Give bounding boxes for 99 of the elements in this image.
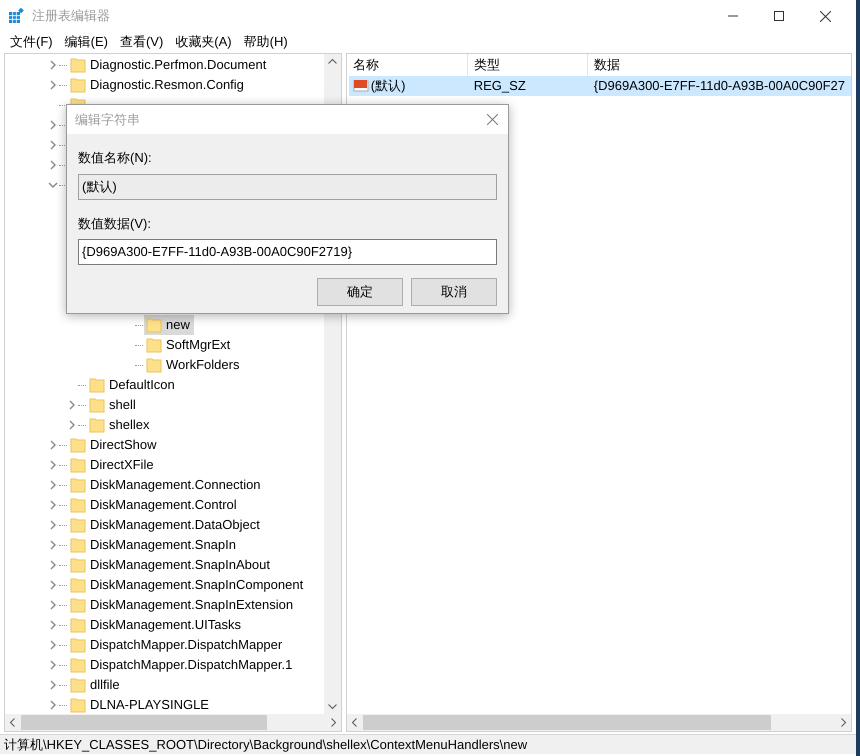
chevron-right-icon[interactable] bbox=[48, 660, 58, 670]
folder-icon bbox=[146, 357, 162, 373]
tree-item[interactable]: DirectXFile bbox=[68, 455, 158, 475]
tree-item[interactable]: WorkFolders bbox=[144, 355, 244, 375]
field-label: 数值数据(V): bbox=[78, 214, 152, 233]
string-value-icon bbox=[352, 78, 369, 94]
window-title: 注册表编辑器 bbox=[32, 7, 110, 26]
menu-item[interactable]: 文件(F) bbox=[4, 32, 59, 52]
tree-item[interactable]: Diagnostic.Perfmon.Document bbox=[68, 55, 270, 75]
folder-icon bbox=[70, 557, 86, 573]
folder-icon bbox=[146, 337, 162, 353]
folder-icon bbox=[89, 397, 105, 413]
status-bar: 计算机\HKEY_CLASSES_ROOT\Directory\Background\shellex\ContextMenuHandlers\new bbox=[0, 734, 856, 754]
horizontal-scrollbar[interactable] bbox=[5, 714, 341, 731]
folder-icon bbox=[70, 577, 86, 593]
folder-icon bbox=[70, 497, 86, 513]
chevron-right-icon[interactable] bbox=[48, 440, 58, 450]
column-header[interactable]: 数据 bbox=[588, 54, 851, 76]
chevron-right-icon[interactable] bbox=[48, 680, 58, 690]
folder-icon bbox=[89, 377, 105, 393]
tree-item[interactable]: shell bbox=[87, 395, 140, 415]
tree-item[interactable]: DiskManagement.SnapInAbout bbox=[68, 555, 274, 575]
folder-icon bbox=[70, 617, 86, 633]
chevron-right-icon[interactable] bbox=[48, 160, 58, 170]
tree-item[interactable]: DLNA-PLAYSINGLE bbox=[68, 695, 213, 714]
chevron-right-icon[interactable] bbox=[48, 620, 58, 630]
chevron-right-icon[interactable] bbox=[67, 400, 77, 410]
menu-item[interactable]: 查看(V) bbox=[114, 32, 170, 52]
scroll-down-icon[interactable] bbox=[328, 704, 337, 710]
tree-item[interactable]: DiskManagement.UITasks bbox=[68, 615, 245, 635]
field-label: 数值名称(N): bbox=[78, 149, 153, 167]
horizontal-scrollbar[interactable] bbox=[346, 714, 851, 731]
folder-icon bbox=[70, 537, 86, 553]
tree-item[interactable]: shellex bbox=[87, 415, 154, 435]
folder-icon bbox=[70, 457, 86, 473]
table-cell-text: (默认) bbox=[370, 77, 406, 96]
table-cell-text: REG_SZ bbox=[472, 77, 527, 96]
folder-icon bbox=[70, 637, 86, 653]
chevron-right-icon[interactable] bbox=[48, 640, 58, 650]
chevron-right-icon[interactable] bbox=[48, 460, 58, 470]
folder-icon bbox=[70, 477, 86, 493]
chevron-right-icon[interactable] bbox=[48, 60, 58, 70]
tree-item[interactable]: DiskManagement.DataObject bbox=[68, 515, 264, 535]
value-name-field: (默认) bbox=[78, 174, 497, 200]
folder-icon bbox=[70, 677, 86, 693]
scroll-up-icon[interactable] bbox=[328, 58, 337, 64]
chevron-right-icon[interactable] bbox=[48, 560, 58, 570]
tree-item[interactable]: DirectShow bbox=[68, 435, 160, 455]
tree-item[interactable]: DispatchMapper.DispatchMapper.1 bbox=[68, 655, 296, 675]
tree-item[interactable]: SoftMgrExt bbox=[144, 335, 234, 355]
dialog-title: 编辑字符串 bbox=[75, 110, 140, 129]
tree-item[interactable]: DiskManagement.Connection bbox=[68, 475, 265, 495]
chevron-right-icon[interactable] bbox=[48, 480, 58, 490]
scroll-right-icon[interactable] bbox=[330, 718, 337, 727]
scroll-left-icon[interactable] bbox=[9, 718, 15, 727]
folder-icon bbox=[70, 77, 86, 93]
chevron-right-icon[interactable] bbox=[48, 120, 58, 130]
dialog-button[interactable]: 取消 bbox=[411, 278, 497, 306]
tree-item[interactable]: DiskManagement.Control bbox=[68, 495, 241, 515]
tree-item[interactable]: new bbox=[144, 315, 194, 335]
table-cell-text: {D969A300-E7FF-11d0-A93B-00A0C90F27 bbox=[592, 77, 846, 96]
chevron-right-icon[interactable] bbox=[48, 520, 58, 530]
tree-item[interactable]: DiskManagement.SnapInExtension bbox=[68, 595, 298, 615]
folder-icon bbox=[70, 597, 86, 613]
chevron-down-icon[interactable] bbox=[48, 180, 58, 190]
menu-item[interactable]: 编辑(E) bbox=[58, 32, 114, 52]
chevron-right-icon[interactable] bbox=[48, 500, 58, 510]
chevron-right-icon[interactable] bbox=[48, 540, 58, 550]
chevron-right-icon[interactable] bbox=[67, 420, 77, 430]
dialog-button[interactable]: 确定 bbox=[317, 278, 403, 306]
close-icon[interactable] bbox=[487, 114, 498, 125]
tree-item[interactable]: dllfile bbox=[68, 675, 124, 695]
chevron-right-icon[interactable] bbox=[48, 600, 58, 610]
chevron-right-icon[interactable] bbox=[48, 580, 58, 590]
menu-item[interactable]: 帮助(H) bbox=[238, 32, 294, 52]
folder-icon bbox=[146, 317, 162, 333]
maximize-icon bbox=[774, 11, 784, 21]
chevron-right-icon[interactable] bbox=[48, 80, 58, 90]
value-row[interactable]: (默认) REG_SZ {D969A300-E7FF-11d0-A93B-00A0C90F27 bbox=[348, 76, 851, 96]
folder-icon bbox=[70, 657, 86, 673]
chevron-right-icon[interactable] bbox=[48, 700, 58, 710]
menu-item[interactable]: 收藏夹(A) bbox=[169, 32, 238, 52]
scroll-right-icon[interactable] bbox=[841, 718, 847, 727]
folder-icon bbox=[70, 517, 86, 533]
folder-icon bbox=[70, 437, 86, 453]
close-icon bbox=[820, 10, 830, 22]
folder-icon bbox=[70, 57, 86, 73]
folder-icon bbox=[89, 417, 105, 433]
tree-item[interactable]: DiskManagement.SnapInComponent bbox=[68, 575, 308, 595]
chevron-right-icon[interactable] bbox=[48, 140, 58, 150]
tree-item[interactable]: DefaultIcon bbox=[87, 375, 179, 395]
tree-item[interactable]: Diagnostic.Resmon.Config bbox=[68, 75, 248, 95]
scroll-thumb[interactable] bbox=[21, 715, 267, 730]
registry-grid-icon bbox=[8, 8, 24, 24]
tree-item[interactable]: DispatchMapper.DispatchMapper bbox=[68, 635, 286, 655]
tree-item[interactable]: DiskManagement.SnapIn bbox=[68, 535, 240, 555]
value-data-field[interactable]: {D969A300-E7FF-11d0-A93B-00A0C90F2719} bbox=[78, 239, 497, 265]
scroll-thumb[interactable] bbox=[362, 715, 771, 730]
scroll-left-icon[interactable] bbox=[350, 718, 357, 727]
